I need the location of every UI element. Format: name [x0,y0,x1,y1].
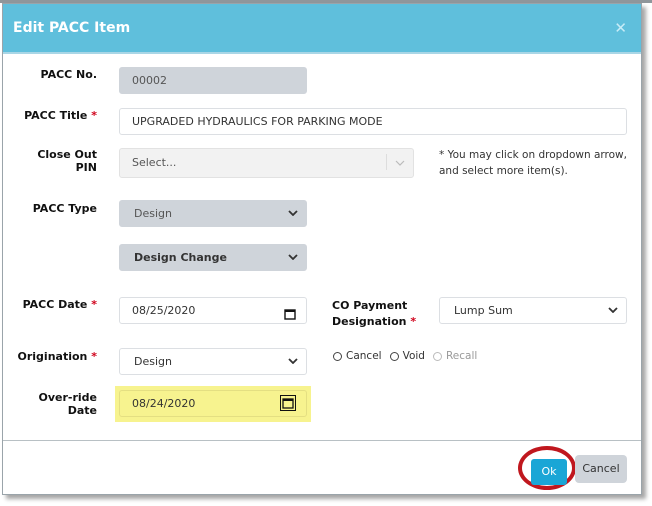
origination-select[interactable]: Design [119,348,307,375]
close-out-pin-select[interactable]: Select... [119,148,414,178]
chevron-down-icon [288,201,298,216]
required-mark: * [91,109,97,122]
ok-button[interactable]: Ok [531,459,567,485]
pacc-title-label: PACC Title * [23,109,97,122]
modal-header: Edit PACC Item ✕ [3,4,641,54]
radio-recall: Recall [432,350,478,362]
modal-footer: Ok Cancel [3,440,641,495]
co-payment-select[interactable]: Lump Sum [439,297,627,324]
co-payment-label-line2: Designation [332,315,407,328]
pacc-type-label-text: PACC Type [32,202,97,215]
chevron-down-icon [608,298,618,313]
override-date-input[interactable]: 08/24/2020 [119,390,307,417]
pacc-type-value: Design [134,207,172,220]
override-date-value: 08/24/2020 [132,397,196,410]
pacc-date-label: PACC Date * [17,298,97,311]
close-icon[interactable]: ✕ [614,21,627,36]
override-date-label-text: Over-ride Date [38,391,97,417]
pacc-date-input[interactable]: 08/25/2020 [119,297,307,324]
origination-value: Design [134,355,172,368]
close-out-pin-placeholder: Select... [132,156,177,169]
pacc-date-label-text: PACC Date [22,298,88,311]
modal-title: Edit PACC Item [13,20,131,36]
override-date-label: Over-ride Date [11,391,97,417]
modal-body: PACC No. 00002 PACC Title * UPGRADED HYD… [3,54,641,442]
status-radio-group: Cancel Void Recall [333,350,477,362]
radio-circle-icon[interactable] [389,351,399,361]
close-out-pin-label: Close Out PIN [17,148,97,174]
close-out-pin-note: * You may click on dropdown arrow, and s… [439,149,627,177]
co-payment-label: CO Payment Designation * [332,298,432,330]
required-mark: * [410,315,417,328]
pacc-title-value: UPGRADED HYDRAULICS FOR PARKING MODE [132,115,383,128]
pacc-subtype-select[interactable]: Design Change [119,244,307,271]
calendar-icon[interactable] [284,304,296,329]
radio-circle-icon[interactable] [333,351,342,361]
origination-label-text: Origination [17,350,88,363]
pacc-no-value: 00002 [132,74,167,87]
pacc-subtype-value: Design Change [134,251,227,264]
chevron-down-icon [288,349,298,364]
required-mark: * [91,350,97,363]
radio-cancel[interactable]: Cancel [333,350,382,362]
required-mark: * [91,298,97,311]
chevron-down-icon [288,245,298,260]
radio-cancel-label: Cancel [346,350,382,362]
chevron-down-icon[interactable] [395,149,405,166]
pacc-title-label-text: PACC Title [24,109,88,122]
pacc-date-value: 08/25/2020 [132,304,196,317]
close-out-pin-label-text: Close Out PIN [37,148,97,174]
radio-circle-icon [432,351,442,361]
pacc-title-input[interactable]: UPGRADED HYDRAULICS FOR PARKING MODE [119,108,627,135]
pacc-type-select[interactable]: Design [119,200,307,227]
pacc-no-label-text: PACC No. [40,68,97,81]
radio-void-label: Void [402,350,425,362]
radio-recall-label: Recall [445,350,478,362]
co-payment-value: Lump Sum [454,304,513,317]
pacc-no-label: PACC No. [23,68,97,81]
pacc-type-label: PACC Type [23,202,97,215]
edit-pacc-modal: Edit PACC Item ✕ PACC No. 00002 PACC Tit… [2,3,642,495]
calendar-icon[interactable] [280,395,296,420]
pacc-no-field: 00002 [119,67,307,94]
cancel-button[interactable]: Cancel [575,455,627,483]
origination-label: Origination * [17,350,97,363]
select-separator [386,154,387,170]
co-payment-label-line1: CO Payment [332,299,408,312]
radio-void[interactable]: Void [389,350,425,362]
